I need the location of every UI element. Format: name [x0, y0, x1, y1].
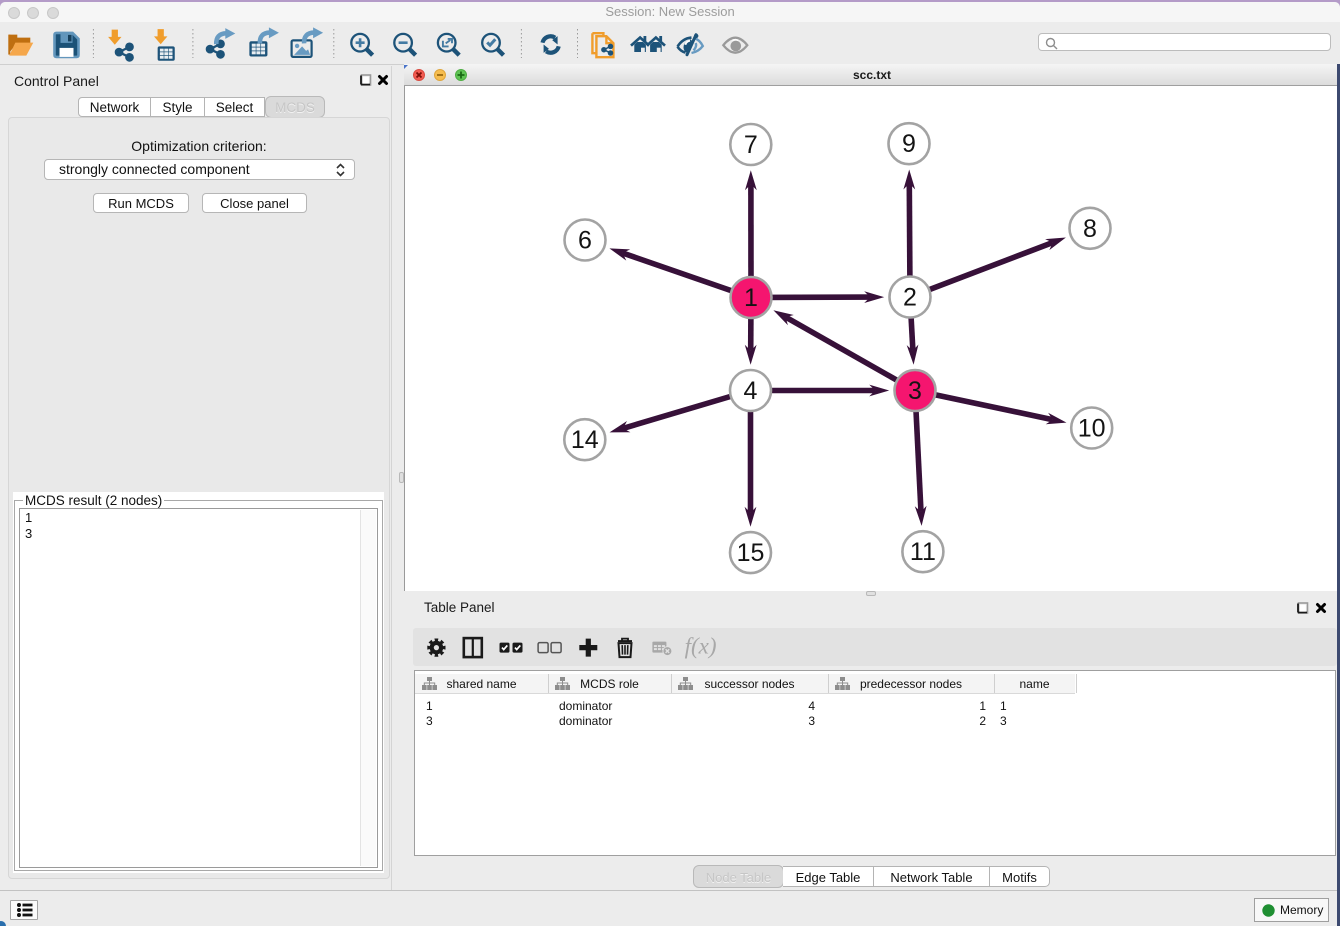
svg-text:4: 4 — [744, 377, 758, 405]
svg-text:8: 8 — [1083, 215, 1097, 243]
svg-text:3: 3 — [908, 377, 922, 405]
svg-text:14: 14 — [571, 426, 599, 454]
svg-text:15: 15 — [737, 539, 765, 567]
svg-text:7: 7 — [744, 131, 758, 159]
svg-text:9: 9 — [902, 130, 916, 158]
svg-text:1: 1 — [744, 284, 758, 312]
svg-text:2: 2 — [903, 284, 917, 312]
svg-text:10: 10 — [1078, 415, 1106, 443]
svg-text:f(x): f(x) — [685, 634, 717, 659]
svg-text:11: 11 — [910, 538, 936, 566]
svg-text:6: 6 — [578, 227, 592, 255]
